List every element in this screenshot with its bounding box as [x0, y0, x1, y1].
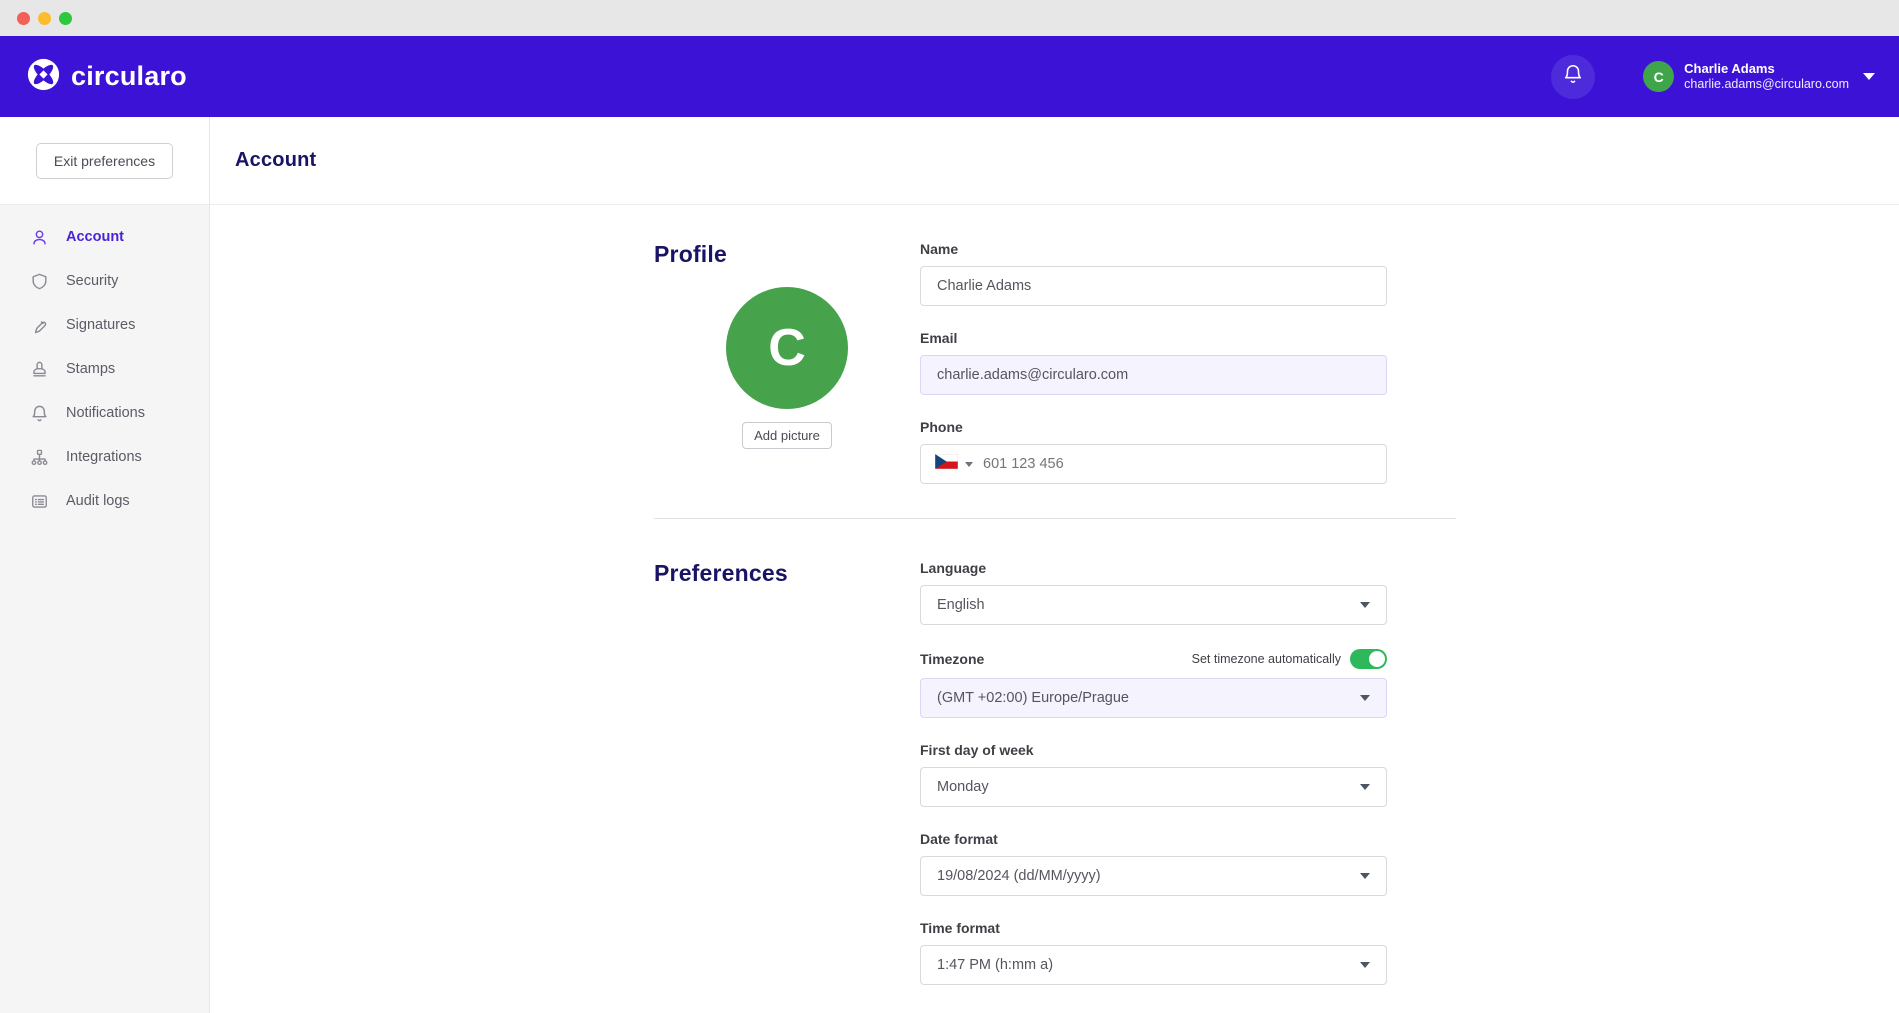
app-header: circularo C Charlie Adams charlie.adams@…	[0, 36, 1899, 117]
chevron-down-icon	[1360, 602, 1370, 608]
main-panel: Account Profile C Add picture Name	[210, 117, 1899, 1013]
phone-label: Phone	[920, 419, 1387, 435]
profile-heading: Profile	[654, 241, 920, 268]
date-format-select[interactable]: 19/08/2024 (dd/MM/yyyy)	[920, 856, 1387, 896]
chevron-down-icon	[1360, 695, 1370, 701]
close-window-button[interactable]	[17, 12, 30, 25]
language-label: Language	[920, 560, 986, 576]
window-titlebar	[0, 0, 1899, 36]
name-label: Name	[920, 241, 1387, 257]
country-code-selector[interactable]	[921, 454, 983, 474]
auto-timezone-label: Set timezone automatically	[1192, 652, 1341, 666]
sidebar-item-audit-logs[interactable]: Audit logs	[0, 479, 209, 523]
sidebar-item-label: Stamps	[66, 361, 115, 377]
page-title: Account	[235, 149, 316, 172]
first-day-select[interactable]: Monday	[920, 767, 1387, 807]
profile-avatar: C	[726, 287, 848, 409]
brand-name: circularo	[71, 61, 187, 92]
name-field[interactable]	[920, 266, 1387, 306]
pen-icon	[29, 315, 49, 335]
bell-icon	[29, 403, 49, 423]
language-value: English	[937, 597, 985, 613]
auto-timezone-toggle[interactable]	[1350, 649, 1387, 669]
chevron-down-icon	[1360, 962, 1370, 968]
czech-flag-icon	[935, 454, 958, 474]
list-icon	[29, 491, 49, 511]
sidebar-item-label: Security	[66, 273, 118, 289]
date-format-value: 19/08/2024 (dd/MM/yyyy)	[937, 868, 1101, 884]
exit-preferences-button[interactable]: Exit preferences	[36, 143, 173, 179]
shield-icon	[29, 271, 49, 291]
zoom-window-button[interactable]	[59, 12, 72, 25]
timezone-value: (GMT +02:00) Europe/Prague	[937, 690, 1129, 706]
time-format-select[interactable]: 1:47 PM (h:mm a)	[920, 945, 1387, 985]
sidebar-item-integrations[interactable]: Integrations	[0, 435, 209, 479]
user-name: Charlie Adams	[1684, 61, 1849, 77]
time-format-label: Time format	[920, 920, 1000, 936]
sidebar-item-signatures[interactable]: Signatures	[0, 303, 209, 347]
sidebar-item-label: Integrations	[66, 449, 142, 465]
preferences-sidebar: Exit preferences Account Security	[0, 117, 210, 1013]
bell-icon	[1562, 63, 1584, 90]
circularo-logo-icon	[26, 57, 61, 97]
chevron-down-icon	[965, 462, 973, 467]
time-format-value: 1:47 PM (h:mm a)	[937, 957, 1053, 973]
phone-input[interactable]	[983, 456, 1386, 472]
add-picture-button[interactable]: Add picture	[742, 422, 832, 449]
profile-section: Profile C Add picture Name Email	[654, 241, 1899, 484]
first-day-label: First day of week	[920, 742, 1034, 758]
sidebar-item-security[interactable]: Security	[0, 259, 209, 303]
sidebar-item-label: Signatures	[66, 317, 135, 333]
user-icon	[29, 227, 49, 247]
sidebar-item-label: Account	[66, 229, 124, 245]
email-field[interactable]	[920, 355, 1387, 395]
timezone-select[interactable]: (GMT +02:00) Europe/Prague	[920, 678, 1387, 718]
email-label: Email	[920, 330, 1387, 346]
user-avatar: C	[1643, 61, 1674, 92]
sidebar-item-label: Audit logs	[66, 493, 130, 509]
section-divider	[654, 518, 1456, 519]
notifications-button[interactable]	[1551, 55, 1595, 99]
sidebar-nav: Account Security Signatures	[0, 205, 209, 523]
integrations-icon	[29, 447, 49, 467]
sidebar-item-account[interactable]: Account	[0, 215, 209, 259]
user-menu[interactable]: C Charlie Adams charlie.adams@circularo.…	[1643, 61, 1875, 93]
brand-logo[interactable]: circularo	[26, 57, 187, 97]
first-day-value: Monday	[937, 779, 989, 795]
minimize-window-button[interactable]	[38, 12, 51, 25]
sidebar-item-stamps[interactable]: Stamps	[0, 347, 209, 391]
account-content: Profile C Add picture Name Email	[210, 205, 1899, 1013]
user-email: charlie.adams@circularo.com	[1684, 77, 1849, 93]
chevron-down-icon	[1360, 784, 1370, 790]
sidebar-item-label: Notifications	[66, 405, 145, 421]
timezone-label: Timezone	[920, 651, 984, 667]
preferences-section: Preferences Language English	[654, 560, 1899, 985]
preferences-heading: Preferences	[654, 560, 920, 587]
chevron-down-icon	[1863, 73, 1875, 80]
sidebar-item-notifications[interactable]: Notifications	[0, 391, 209, 435]
phone-field	[920, 444, 1387, 484]
stamp-icon	[29, 359, 49, 379]
chevron-down-icon	[1360, 873, 1370, 879]
language-select[interactable]: English	[920, 585, 1387, 625]
toggle-knob	[1369, 651, 1385, 667]
page-title-row: Account	[210, 117, 1899, 205]
date-format-label: Date format	[920, 831, 998, 847]
